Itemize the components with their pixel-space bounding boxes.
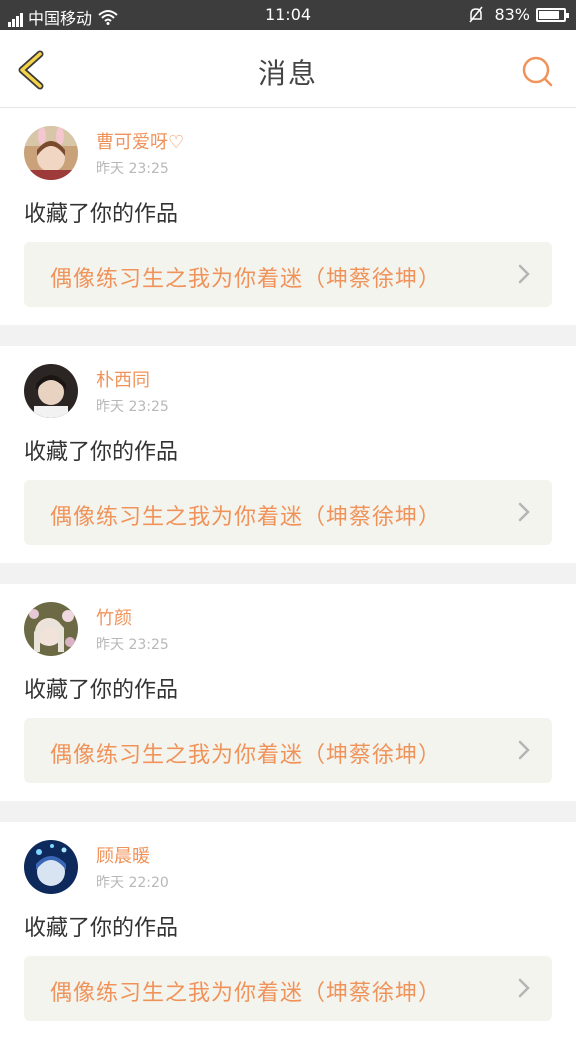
chevron-right-icon: [518, 740, 530, 760]
divider: [0, 563, 576, 584]
username[interactable]: 曹可爱呀♡: [96, 128, 184, 154]
avatar-blue-glow-icon: [24, 840, 78, 894]
avatar[interactable]: [24, 840, 78, 894]
mute-bell-icon: [469, 6, 484, 22]
work-link[interactable]: 偶像练习生之我为你着迷（坤蔡徐坤）: [24, 480, 552, 545]
battery-icon: [536, 7, 569, 22]
message-list: 曹可爱呀♡ 昨天 23:25 收藏了你的作品 偶像练习生之我为你着迷（坤蔡徐坤）…: [0, 108, 576, 1039]
timestamp: 昨天 23:25: [96, 161, 169, 177]
header: 消息: [0, 30, 576, 108]
message-item: 顾晨暖 昨天 22:20 收藏了你的作品 偶像练习生之我为你着迷（坤蔡徐坤）: [0, 822, 576, 1039]
timestamp: 昨天 22:20: [96, 875, 169, 891]
timestamp: 昨天 23:25: [96, 399, 169, 415]
chevron-right-icon: [518, 264, 530, 284]
work-link[interactable]: 偶像练习生之我为你着迷（坤蔡徐坤）: [24, 718, 552, 783]
username[interactable]: 顾晨暖: [96, 842, 150, 868]
divider: [0, 325, 576, 346]
action-text: 收藏了你的作品: [24, 916, 179, 941]
chevron-right-icon: [518, 978, 530, 998]
work-link[interactable]: 偶像练习生之我为你着迷（坤蔡徐坤）: [24, 242, 552, 307]
divider: [0, 801, 576, 822]
username[interactable]: 朴西同: [96, 366, 150, 392]
message-item: 朴西同 昨天 23:25 收藏了你的作品 偶像练习生之我为你着迷（坤蔡徐坤）: [0, 346, 576, 563]
battery-percent: 83%: [494, 5, 530, 24]
avatar-flowers-icon: [24, 602, 78, 656]
action-text: 收藏了你的作品: [24, 202, 179, 227]
username[interactable]: 竹颜: [96, 604, 132, 630]
chevron-right-icon: [518, 502, 530, 522]
work-title: 偶像练习生之我为你着迷（坤蔡徐坤）: [50, 981, 442, 1006]
avatar[interactable]: [24, 602, 78, 656]
work-title: 偶像练习生之我为你着迷（坤蔡徐坤）: [50, 743, 442, 768]
action-text: 收藏了你的作品: [24, 440, 179, 465]
avatar-bunny-ears-icon: [24, 126, 78, 180]
page-title: 消息: [257, 57, 318, 90]
action-text: 收藏了你的作品: [24, 678, 179, 703]
timestamp: 昨天 23:25: [96, 637, 169, 653]
avatar-dark-hair-icon: [24, 364, 78, 418]
search-icon[interactable]: [520, 54, 554, 88]
avatar[interactable]: [24, 364, 78, 418]
avatar[interactable]: [24, 126, 78, 180]
work-title: 偶像练习生之我为你着迷（坤蔡徐坤）: [50, 505, 442, 530]
battery-fill: [539, 10, 559, 19]
status-bar: 中国移动 11:04 83%: [0, 0, 576, 30]
work-link[interactable]: 偶像练习生之我为你着迷（坤蔡徐坤）: [24, 956, 552, 1021]
message-item: 曹可爱呀♡ 昨天 23:25 收藏了你的作品 偶像练习生之我为你着迷（坤蔡徐坤）: [0, 108, 576, 325]
status-right: 83%: [468, 5, 569, 24]
work-title: 偶像练习生之我为你着迷（坤蔡徐坤）: [50, 267, 442, 292]
message-item: 竹颜 昨天 23:25 收藏了你的作品 偶像练习生之我为你着迷（坤蔡徐坤）: [0, 584, 576, 801]
